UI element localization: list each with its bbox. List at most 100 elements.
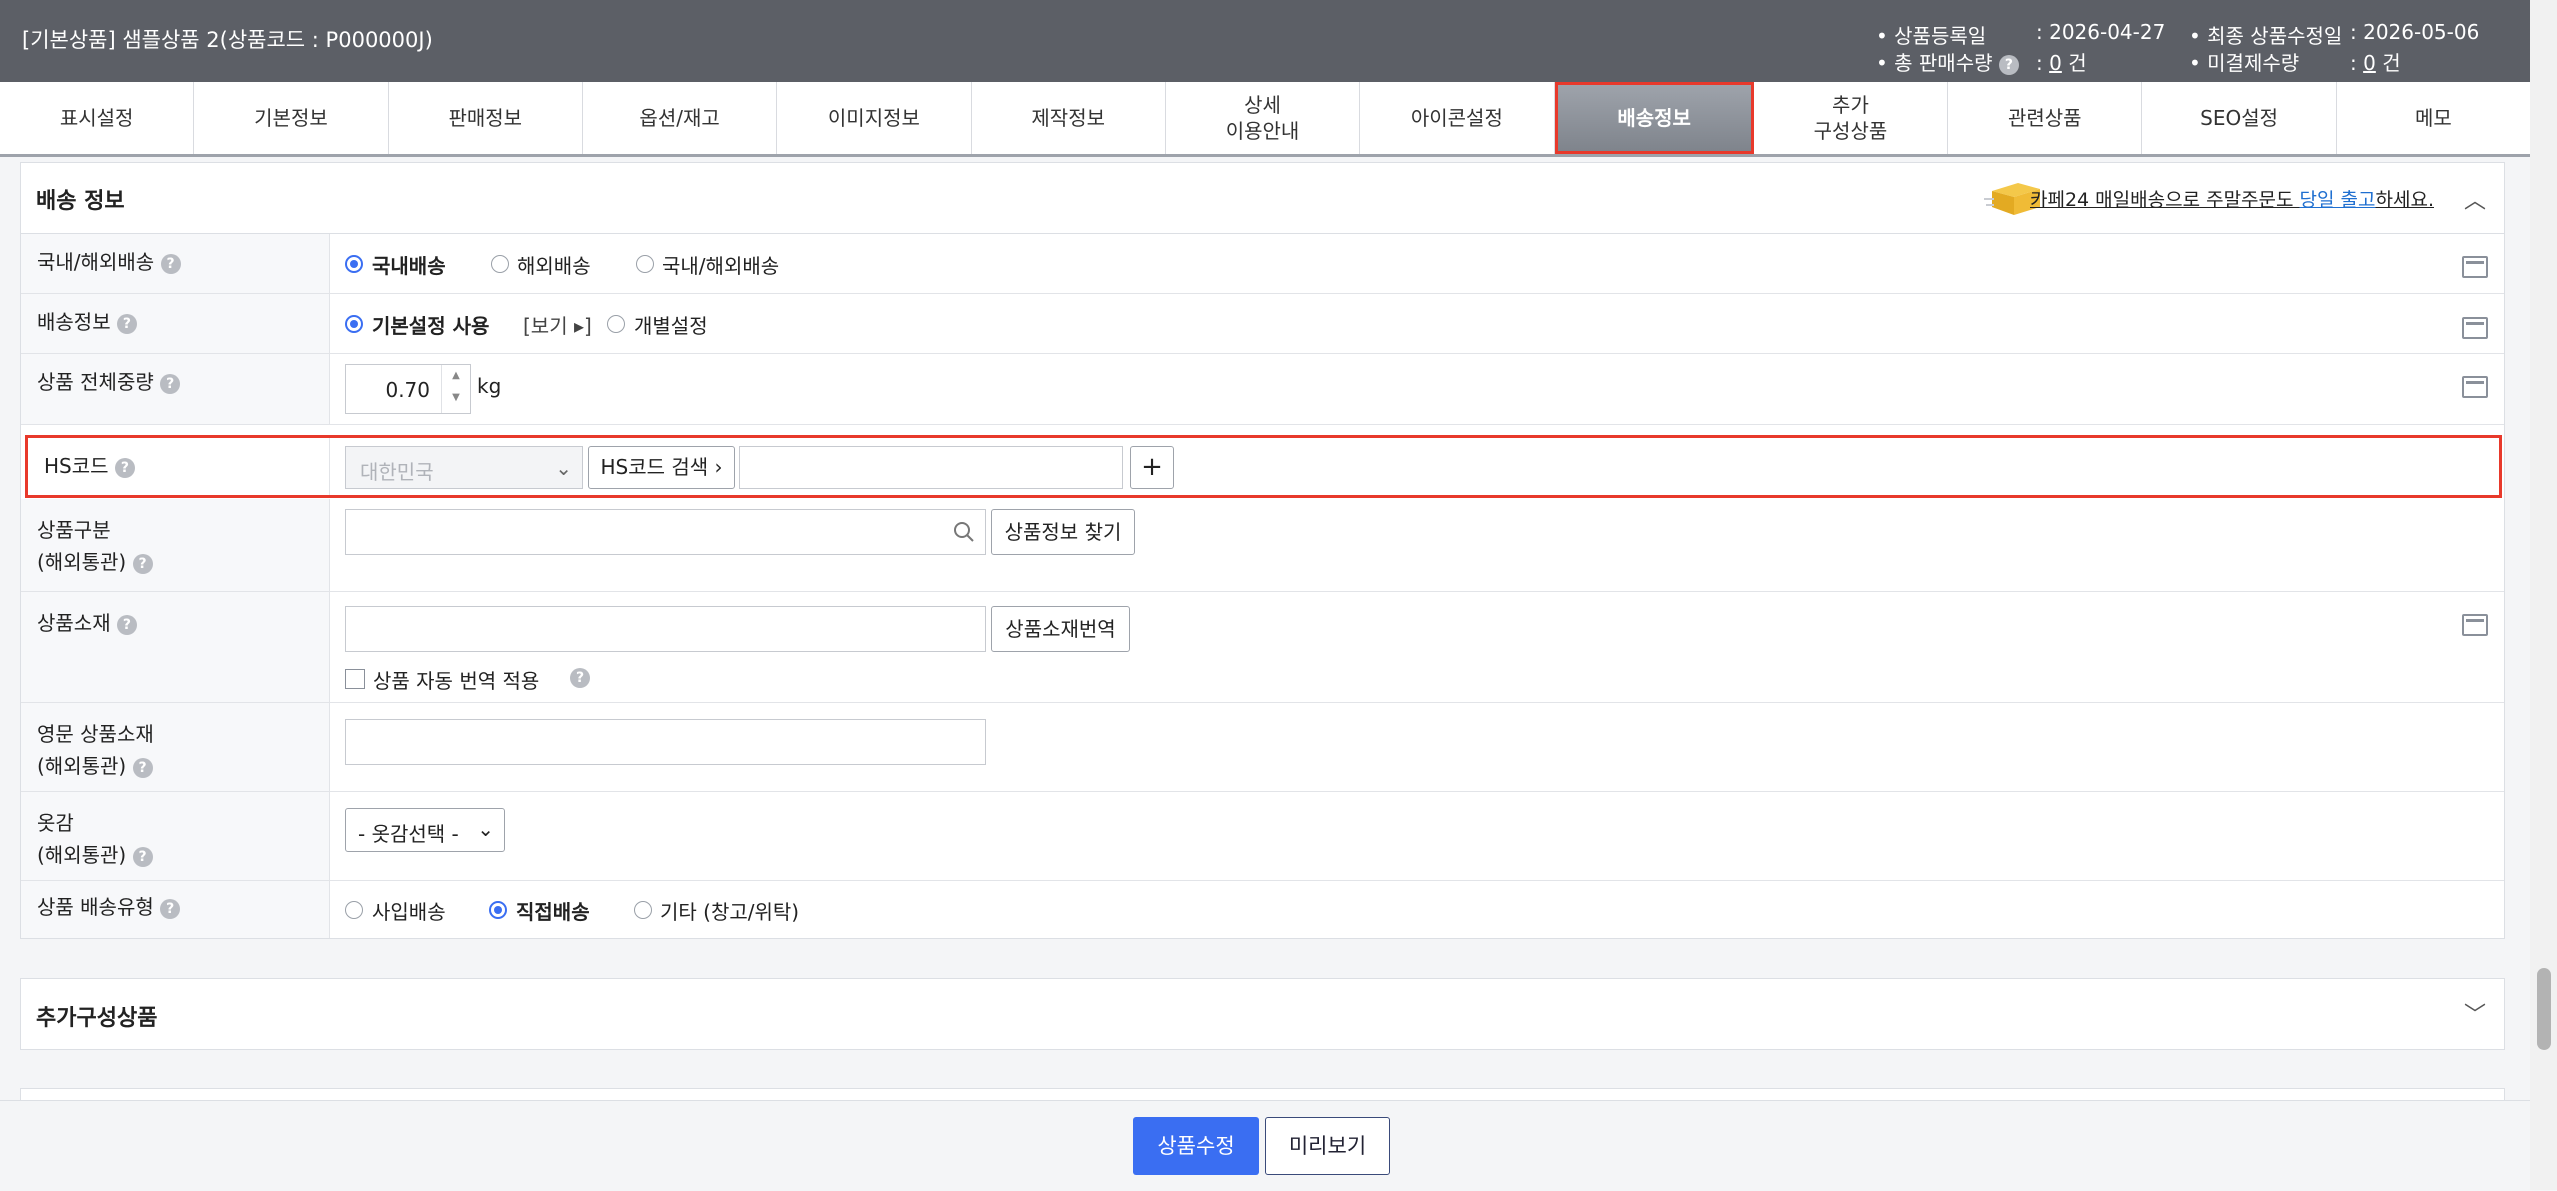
tab-production[interactable]: 제작정보 xyxy=(972,82,1166,154)
tab-basic[interactable]: 기본정보 xyxy=(194,82,389,154)
reg-date-label: • 상품등록일 xyxy=(1876,24,1987,48)
help-icon[interactable]: ? xyxy=(132,553,153,574)
help-icon[interactable]: ? xyxy=(160,253,181,274)
shipping-section-title: 배송 정보 xyxy=(36,189,125,214)
tab-sales[interactable]: 판매정보 xyxy=(389,82,583,154)
radio-direct-label: 직접배송 xyxy=(516,900,590,924)
tab-related[interactable]: 관련상품 xyxy=(1948,82,2143,154)
tab-icons[interactable]: 아이콘설정 xyxy=(1360,82,1555,154)
row-fabric: 옷감 (해외통관) ? - 옷감선택 - ⌄ xyxy=(21,792,2504,881)
save-product-button[interactable]: 상품수정 xyxy=(1133,1117,1259,1175)
radio-overseas[interactable] xyxy=(491,255,509,273)
store-icon[interactable] xyxy=(2462,256,2488,278)
same-day-link[interactable]: 당일 출고 xyxy=(2300,189,2376,211)
weight-stepper[interactable]: 0.70 ▲ ▼ xyxy=(345,364,471,414)
page-scrollbar[interactable] xyxy=(2530,0,2557,1190)
action-footer: 상품수정 미리보기 xyxy=(0,1100,2540,1191)
view-default-link[interactable]: [보기 ▸] xyxy=(523,310,592,339)
tab-images[interactable]: 이미지정보 xyxy=(777,82,972,154)
mod-date-value: : 2026-05-06 xyxy=(2350,20,2480,44)
radio-both[interactable] xyxy=(636,255,654,273)
radio-purchase-label: 사입배송 xyxy=(372,900,446,924)
english-material-input[interactable] xyxy=(345,719,986,765)
collapse-chevron-icon[interactable]: ︿ xyxy=(2464,183,2486,215)
chevron-down-icon: ⌄ xyxy=(477,817,494,841)
row-english-material: 영문 상품소재 (해외통관) ? xyxy=(21,703,2504,792)
addon-products-panel[interactable]: 추가구성상품 ﹀ xyxy=(20,978,2505,1050)
unpaid-value[interactable]: : 0 건 xyxy=(2350,47,2401,76)
tab-memo[interactable]: 메모 xyxy=(2337,82,2530,154)
radio-default-label: 기본설정 사용 xyxy=(372,314,490,338)
row-weight: 상품 전체중량 ? 0.70 ▲ ▼ kg xyxy=(21,354,2504,425)
help-icon[interactable]: ? xyxy=(132,846,153,867)
help-icon[interactable]: ? xyxy=(116,313,137,334)
total-sales-value[interactable]: : 0 건 xyxy=(2036,47,2087,76)
stepper-arrows-icon[interactable]: ▲ ▼ xyxy=(441,365,470,413)
scrollbar-thumb[interactable] xyxy=(2537,968,2551,1050)
product-header: [기본상품] 샘플상품 2(상품코드 : P000000J) • 상품등록일 :… xyxy=(0,0,2557,82)
radio-purchase-shipping[interactable] xyxy=(345,901,363,919)
category-search-input[interactable] xyxy=(345,509,986,555)
mod-date-label: • 최종 상품수정일 xyxy=(2189,24,2343,48)
row-material: 상품소재 ? 상품소재번역 상품 자동 번역 적용 ? xyxy=(21,592,2504,703)
addon-products-title: 추가구성상품 xyxy=(36,1006,158,1031)
shipping-panel: 배송 정보 카페24 매일배송으로 주말주문도 당일 출고하세요. ︿ 국내/해… xyxy=(20,162,2505,939)
auto-translate-checkbox[interactable] xyxy=(345,669,365,689)
total-sales-label: • 총 판매수량 ? xyxy=(1876,47,2019,76)
weight-unit: kg xyxy=(477,374,502,398)
radio-other-label: 기타 (창고/위탁) xyxy=(660,900,800,924)
radio-domestic-label: 국내배송 xyxy=(372,254,446,278)
row-shipping-info: 배송정보 ? 기본설정 사용 [보기 ▸] 개별설정 xyxy=(21,294,2504,354)
tab-seo[interactable]: SEO설정 xyxy=(2142,82,2337,154)
weight-value: 0.70 xyxy=(385,378,430,402)
store-icon[interactable] xyxy=(2462,614,2488,636)
unpaid-link[interactable]: 0 xyxy=(2363,51,2376,75)
tab-shipping[interactable]: 배송정보 xyxy=(1554,82,1754,154)
tab-addon-products[interactable]: 추가 구성상품 xyxy=(1754,82,1949,154)
row-product-category: 상품구분 (해외통관) ? 상품정보 찾기 xyxy=(21,499,2504,592)
preview-button[interactable]: 미리보기 xyxy=(1265,1117,1390,1175)
expand-chevron-icon[interactable]: ﹀ xyxy=(2464,997,2486,1029)
hscode-search-button[interactable]: HS코드 검색 › xyxy=(588,446,735,489)
radio-default-setting[interactable] xyxy=(345,315,363,333)
total-sales-link[interactable]: 0 xyxy=(2049,51,2062,75)
help-icon[interactable]: ? xyxy=(116,614,137,635)
total-sales-help-icon[interactable]: ? xyxy=(1998,54,2019,75)
shipping-panel-header: 배송 정보 카페24 매일배송으로 주말주문도 당일 출고하세요. ︿ xyxy=(21,163,2504,234)
row-hscode: HS코드 ? 대한민국 ⌄ HS코드 검색 › + xyxy=(25,435,2502,498)
radio-domestic[interactable] xyxy=(345,255,363,273)
row-shipping-type: 상품 배송유형 ? 사입배송 직접배송 기타 (창고/위탁) xyxy=(21,881,2504,938)
unpaid-label: • 미결제수량 xyxy=(2189,51,2300,75)
reg-date-value: : 2026-04-27 xyxy=(2036,20,2166,44)
radio-custom-label: 개별설정 xyxy=(634,314,708,338)
row-domestic-overseas: 국내/해외배송 ? 국내배송 해외배송 국내/해외배송 xyxy=(21,234,2504,294)
radio-direct-shipping[interactable] xyxy=(489,901,507,919)
search-icon[interactable] xyxy=(953,521,975,543)
help-icon[interactable]: ? xyxy=(132,757,153,778)
help-icon[interactable]: ? xyxy=(114,457,135,478)
product-title: [기본상품] 샘플상품 2(상품코드 : P000000J) xyxy=(22,28,433,52)
section-tabs: 표시설정 기본정보 판매정보 옵션/재고 이미지정보 제작정보 상세 이용안내 … xyxy=(0,82,2530,157)
hscode-country-select[interactable]: 대한민국 ⌄ xyxy=(345,446,583,489)
chevron-down-icon: ⌄ xyxy=(555,456,572,480)
tab-display[interactable]: 표시설정 xyxy=(0,82,195,154)
hscode-input[interactable] xyxy=(739,446,1123,489)
auto-translate-label: 상품 자동 번역 적용 xyxy=(373,669,540,693)
store-icon[interactable] xyxy=(2462,376,2488,398)
same-day-promo: 카페24 매일배송으로 주말주문도 당일 출고하세요. xyxy=(2030,189,2434,211)
material-input[interactable] xyxy=(345,606,986,652)
add-hscode-button[interactable]: + xyxy=(1130,446,1174,489)
fabric-select[interactable]: - 옷감선택 - ⌄ xyxy=(345,808,505,852)
help-icon[interactable]: ? xyxy=(160,898,181,919)
radio-other-shipping[interactable] xyxy=(634,901,652,919)
help-icon[interactable]: ? xyxy=(160,373,181,394)
tab-options[interactable]: 옵션/재고 xyxy=(583,82,778,154)
find-product-info-button[interactable]: 상품정보 찾기 xyxy=(991,509,1135,555)
help-icon[interactable]: ? xyxy=(570,668,590,688)
radio-both-label: 국내/해외배송 xyxy=(662,254,780,278)
tab-detail-guide[interactable]: 상세 이용안내 xyxy=(1166,82,1361,154)
radio-custom-setting[interactable] xyxy=(607,315,625,333)
translate-material-button[interactable]: 상품소재번역 xyxy=(991,606,1130,652)
row-label: 국내/해외배송 ? xyxy=(21,234,330,293)
store-icon[interactable] xyxy=(2462,317,2488,339)
